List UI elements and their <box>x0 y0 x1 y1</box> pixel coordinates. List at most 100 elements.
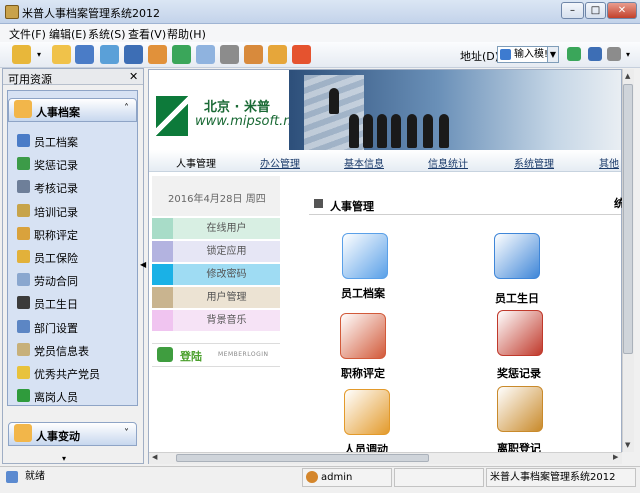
sidebar-item[interactable]: 离岗人员 <box>17 386 135 406</box>
exit-person-icon[interactable] <box>344 389 390 435</box>
sidebar-item[interactable]: 考核记录 <box>17 177 135 197</box>
side-menu-label: 修改密码 <box>206 269 247 280</box>
sidebar-item-label: 优秀共产党员 <box>34 368 100 381</box>
mail-icon[interactable] <box>196 45 215 64</box>
sidebar-item[interactable]: 党员信息表 <box>17 340 135 360</box>
menu-help[interactable]: 帮助(H) <box>167 26 206 42</box>
tile-label[interactable]: 员工档案 <box>341 285 385 301</box>
sidebar-item[interactable]: 职称评定 <box>17 224 135 244</box>
vertical-scroll-thumb[interactable] <box>623 84 633 354</box>
person-figure <box>377 114 387 148</box>
logo-icon <box>156 96 188 136</box>
window-title: 米普人事档案管理系统2012 <box>22 7 160 20</box>
door-runner-icon[interactable] <box>497 386 543 432</box>
minimize-button[interactable]: – <box>561 2 584 19</box>
card-icon[interactable] <box>124 45 143 64</box>
nav-item-icon <box>17 366 30 379</box>
side-menu-item[interactable]: 在线用户 <box>152 218 280 239</box>
sidebar-item[interactable]: 员工保险 <box>17 247 135 267</box>
tab-office[interactable]: 办公管理 <box>260 155 300 170</box>
menu-view[interactable]: 查看(V) <box>128 26 166 42</box>
scroll-down-icon[interactable]: ▼ <box>625 441 630 449</box>
person-figure <box>363 114 373 148</box>
tile-label[interactable]: 员工生日 <box>495 290 539 306</box>
books-icon[interactable] <box>340 313 386 359</box>
print-icon[interactable] <box>220 45 239 64</box>
side-swatch <box>152 218 173 239</box>
close-button[interactable]: ✕ <box>607 2 637 19</box>
side-menu-item[interactable]: 锁定应用 <box>152 241 280 262</box>
grid-icon[interactable] <box>75 45 94 64</box>
section-title: 人事管理 <box>330 200 374 213</box>
chevron-down-icon[interactable]: ▾ <box>62 454 66 463</box>
scroll-up-icon[interactable]: ▲ <box>625 72 630 80</box>
tile-label[interactable]: 奖惩记录 <box>497 365 541 381</box>
tab-other[interactable]: 其他 <box>599 155 619 170</box>
pane-close-button[interactable]: ✕ <box>129 70 138 83</box>
nav-item-icon <box>17 389 30 403</box>
document-folder-icon[interactable] <box>342 233 388 279</box>
person-figure <box>391 114 401 148</box>
sidebar-item[interactable]: 员工生日 <box>17 293 135 313</box>
home-icon[interactable] <box>148 45 167 64</box>
folder-icon[interactable] <box>52 45 71 64</box>
date-text: 2016年4月28日 周四 <box>168 194 266 205</box>
sidebar-item[interactable]: 员工档案 <box>17 131 135 151</box>
banner-image <box>289 70 621 150</box>
sidebar-item[interactable]: 奖惩记录 <box>17 154 135 174</box>
maximize-button[interactable]: □ <box>585 2 606 19</box>
save-icon[interactable] <box>588 47 602 61</box>
scroll-right-icon[interactable]: ▶ <box>613 453 618 461</box>
tab-personnel[interactable]: 人事管理 <box>176 155 216 170</box>
chevron-up-icon[interactable]: ˄ <box>124 103 129 114</box>
login-icon <box>157 347 173 362</box>
tab-basic-info[interactable]: 基本信息 <box>344 155 384 170</box>
sidebar-item-label: 奖惩记录 <box>34 159 78 173</box>
side-swatch <box>152 264 173 285</box>
chevron-down-icon[interactable]: ˅ <box>124 428 129 439</box>
power-icon[interactable] <box>292 45 311 64</box>
group-label: 人事档案 <box>36 106 80 119</box>
nav-item-icon <box>17 296 30 310</box>
arrow-icon <box>314 199 323 208</box>
person-icon[interactable] <box>244 45 263 64</box>
person-figure <box>329 88 339 114</box>
person-figure <box>423 114 433 148</box>
go-icon[interactable] <box>567 47 581 61</box>
sidebar-item[interactable]: 培训记录 <box>17 201 135 221</box>
tab-statistics[interactable]: 信息统计 <box>428 155 468 170</box>
sidebar-item-label: 考核记录 <box>34 182 78 196</box>
status-app-name: 米普人事档案管理系统2012 <box>486 468 636 487</box>
address-dropdown-button[interactable]: ▼ <box>547 47 558 62</box>
tab-system[interactable]: 系统管理 <box>514 155 554 170</box>
open-folder-icon[interactable] <box>12 45 31 64</box>
side-menu-item[interactable]: 修改密码 <box>152 264 280 285</box>
chevron-down-icon[interactable]: ▾ <box>626 50 630 59</box>
menu-file[interactable]: 文件(F) <box>9 26 46 42</box>
side-menu-label: 用户管理 <box>206 292 247 303</box>
side-menu-item[interactable]: 背景音乐 <box>152 310 280 331</box>
sidebar-item[interactable]: 优秀共产党员 <box>17 363 135 383</box>
login-button[interactable]: 登陆 <box>180 348 202 364</box>
side-menu-item[interactable]: 用户管理 <box>152 287 280 308</box>
refresh-icon[interactable] <box>172 45 191 64</box>
tile-label[interactable]: 职称评定 <box>341 365 385 381</box>
sidebar-item-label: 员工保险 <box>34 252 78 265</box>
mac-finder-icon[interactable] <box>494 233 540 279</box>
chevron-down-icon[interactable]: ▾ <box>37 50 41 59</box>
menu-edit[interactable]: 编辑(E) <box>49 26 87 42</box>
person-figure <box>407 114 417 148</box>
scroll-left-icon[interactable]: ◀ <box>152 453 157 461</box>
gift-box-icon[interactable] <box>497 310 543 356</box>
horizontal-scroll-thumb[interactable] <box>176 454 429 462</box>
resource-pane-title: 可用资源 <box>8 73 52 86</box>
contacts-icon[interactable] <box>100 45 119 64</box>
status-empty <box>394 468 484 487</box>
sidebar-item[interactable]: 部门设置 <box>17 317 135 337</box>
sidebar-item[interactable]: 劳动合同 <box>17 270 135 290</box>
print-settings-icon[interactable] <box>607 47 621 61</box>
menu-system[interactable]: 系统(S) <box>88 26 126 42</box>
key-icon[interactable] <box>268 45 287 64</box>
splitter-arrow-icon[interactable]: ◀ <box>140 260 146 280</box>
sidebar-item-label: 员工档案 <box>34 136 78 149</box>
